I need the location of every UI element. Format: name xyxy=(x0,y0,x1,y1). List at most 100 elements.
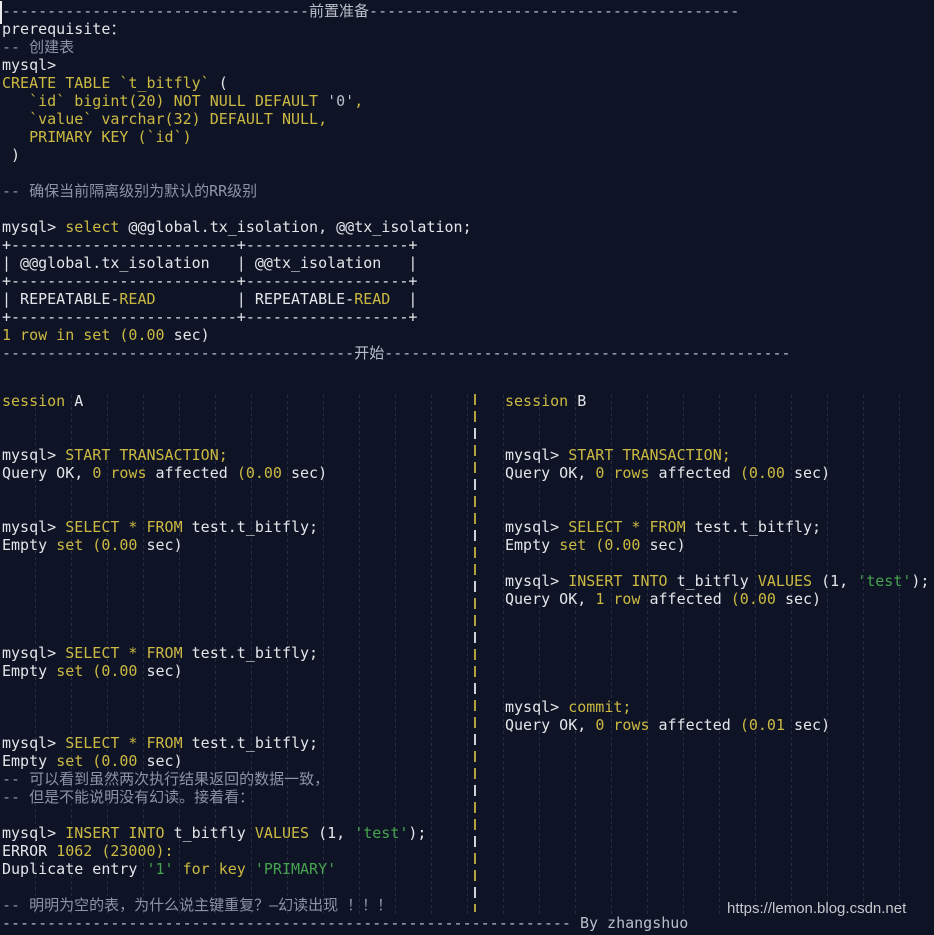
text-segment: sec) xyxy=(173,326,210,344)
text-segment: mysql> xyxy=(2,734,66,752)
text-segment: | REPEATABLE- xyxy=(2,290,120,308)
text-segment: `value` varchar(32) DEFAULT NULL, xyxy=(2,110,328,128)
text-segment: ----------------------------------------… xyxy=(2,914,689,932)
text-segment: Empty xyxy=(2,536,57,554)
terminal-line: Empty set (0.00 sec) xyxy=(2,662,472,680)
text-segment: mysql> xyxy=(505,446,569,464)
terminal-line: mysql> SELECT * FROM test.t_bitfly; xyxy=(2,644,472,662)
text-segment: mysql> xyxy=(505,572,569,590)
text-segment: Query OK, xyxy=(2,464,93,482)
text-segment: Empty xyxy=(2,662,57,680)
terminal-line: `value` varchar(32) DEFAULT NULL, xyxy=(2,110,791,128)
text-segment: mysql> xyxy=(2,518,66,536)
text-segment: B xyxy=(568,392,587,410)
text-segment: set (0.00 xyxy=(56,536,147,554)
terminal-line: mysql> START TRANSACTION; xyxy=(2,446,472,464)
text-segment: 'test' xyxy=(857,572,912,590)
terminal-line: Empty set (0.00 sec) xyxy=(2,536,472,554)
text-segment: 'test' xyxy=(354,824,409,842)
text-segment: PRIMARY KEY (`id`) xyxy=(2,128,192,146)
terminal-line: mysql> SELECT * FROM test.t_bitfly; xyxy=(2,734,472,752)
terminal-line: ERROR 1062 (23000): xyxy=(2,842,472,860)
terminal-line: +-------------------------+-------------… xyxy=(2,236,791,254)
text-segment: -- 创建表 xyxy=(2,38,75,56)
text-segment: , xyxy=(354,92,364,110)
text-segment: Query OK, xyxy=(505,464,596,482)
text-segment: (0.00 xyxy=(739,464,794,482)
terminal-line: Empty set (0.00 sec) xyxy=(2,752,472,770)
text-segment: | REPEATABLE- xyxy=(155,290,355,308)
terminal-line: mysql> select @@global.tx_isolation, @@t… xyxy=(2,218,791,236)
text-segment: mysql> xyxy=(2,56,57,74)
terminal-line: | REPEATABLE-READ | REPEATABLE-READ | xyxy=(2,290,791,308)
text-segment: +-------------------------+-------------… xyxy=(2,236,418,254)
text-segment: t_bitfly xyxy=(164,824,255,842)
text-segment: affected xyxy=(146,464,237,482)
text-segment: 0 rows xyxy=(92,464,147,482)
text-segment: t_bitfly xyxy=(667,572,758,590)
text-segment: session xyxy=(505,392,569,410)
text-segment: ---------------------------------------开… xyxy=(2,344,791,362)
session-a-column: session A mysql> START TRANSACTION; Query … xyxy=(2,392,472,914)
text-segment: set (0.00 xyxy=(56,662,147,680)
terminal-line: -- 创建表 xyxy=(2,38,791,56)
text-segment: (1, xyxy=(309,824,355,842)
text-segment: test.t_bitfly; xyxy=(182,734,319,752)
terminal-line: mysql> SELECT * FROM test.t_bitfly; xyxy=(505,518,934,536)
text-segment: mysql> xyxy=(505,518,569,536)
text-segment: ----------------------------------前置准备--… xyxy=(2,2,740,20)
text-segment: set (0.00 xyxy=(56,752,147,770)
text-segment: affected xyxy=(649,464,740,482)
text-segment: `id` bigint(20) NOT NULL DEFAULT xyxy=(2,92,328,110)
terminal-line: session A xyxy=(2,392,472,410)
text-segment: (1, xyxy=(812,572,858,590)
text-segment: sec) xyxy=(146,752,183,770)
text-segment: (0.00 xyxy=(730,590,785,608)
terminal-line: mysql> SELECT * FROM test.t_bitfly; xyxy=(2,518,472,536)
text-segment: -- 但是不能说明没有幻读。接着看： xyxy=(2,788,255,806)
text-segment: mysql> xyxy=(505,698,569,716)
text-segment: -- 确保当前隔离级别为默认的RR级别 xyxy=(2,182,258,200)
terminal-line: Query OK, 0 rows affected (0.01 sec) xyxy=(505,716,934,734)
text-segment: mysql> xyxy=(2,644,66,662)
terminal-line: | @@global.tx_isolation | @@tx_isolation… xyxy=(2,254,791,272)
text-segment: sec) xyxy=(291,464,328,482)
text-segment: +-------------------------+-------------… xyxy=(2,272,418,290)
terminal-line: 1 row in set (0.00 sec) xyxy=(2,326,791,344)
text-segment: ) xyxy=(2,146,21,164)
text-segment: -- 明明为空的表，为什么说主键重复？—幻读出现 ！！！ xyxy=(2,896,393,914)
text-segment: INSERT INTO xyxy=(65,824,165,842)
text-segment: sec) xyxy=(649,536,686,554)
terminal-line: Empty set (0.00 sec) xyxy=(505,536,934,554)
text-segment: ERROR xyxy=(2,842,57,860)
text-segment: SELECT * FROM xyxy=(65,734,183,752)
text-segment: sec) xyxy=(784,590,822,608)
terminal-line: ) xyxy=(2,146,791,164)
text-segment: prerequisite： xyxy=(2,20,126,38)
text-segment: commit; xyxy=(568,698,632,716)
text-segment: (0.00 xyxy=(236,464,291,482)
text-segment: sec) xyxy=(146,662,183,680)
text-segment: session xyxy=(2,392,66,410)
text-segment: ( xyxy=(209,74,228,92)
terminal-line: mysql> INSERT INTO t_bitfly VALUES (1, '… xyxy=(505,572,934,590)
terminal-screenshot: { "palette": { "background": "#0e1326", … xyxy=(0,0,934,935)
csdn-watermark: https://lemon.blog.csdn.net xyxy=(727,900,907,917)
text-segment: | @@global.tx_isolation | @@tx_isolation… xyxy=(2,254,418,272)
